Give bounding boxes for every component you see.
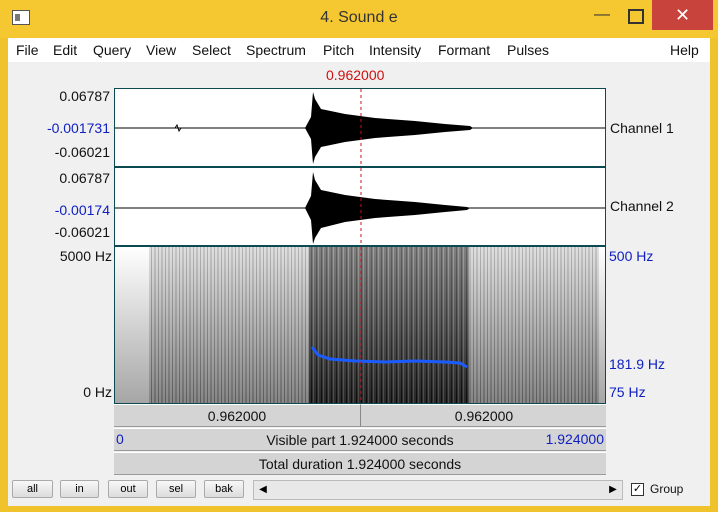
menu-file[interactable]: File: [16, 42, 39, 58]
scroll-right-icon[interactable]: ▶: [604, 481, 622, 499]
time-bar-left-label: 0.962000: [207, 408, 267, 424]
group-checkbox[interactable]: ✓: [631, 483, 644, 496]
menu-help[interactable]: Help: [670, 42, 699, 58]
ch2-envelope: [305, 172, 470, 244]
ch2-max-label: 0.06787: [59, 170, 110, 186]
title-bar: 4. Sound e — ✕: [0, 0, 718, 38]
menu-pulses[interactable]: Pulses: [507, 42, 549, 58]
channel2-waveform-plot: [115, 168, 605, 245]
group-label: Group: [650, 482, 684, 496]
ch1-mean-label: -0.001731: [46, 120, 110, 136]
spectrogram-panel[interactable]: [114, 246, 606, 404]
sound-editor: File Edit Query View Select Spectrum Pit…: [8, 38, 710, 506]
spectrogram-freq-top: 5000 Hz: [59, 248, 112, 264]
time-bar-right[interactable]: 0.962000: [360, 404, 606, 427]
maximize-button[interactable]: [618, 0, 650, 30]
time-scrollbar[interactable]: ◀ ▶: [253, 480, 623, 500]
pitch-value-label: 181.9 Hz: [609, 356, 666, 372]
ch2-mean-label: -0.00174: [54, 202, 110, 218]
close-button[interactable]: ✕: [652, 0, 713, 30]
channel2-label: Channel 2: [610, 198, 674, 214]
menu-bar: File Edit Query View Select Spectrum Pit…: [8, 38, 710, 62]
spectrogram-freq-bottom: 0 Hz: [83, 384, 112, 400]
zoom-sel-button[interactable]: sel: [156, 480, 196, 498]
zoom-in-button[interactable]: in: [60, 480, 99, 498]
pitch-bottom-label: 75 Hz: [609, 384, 646, 400]
menu-view[interactable]: View: [146, 42, 176, 58]
time-bar-left[interactable]: 0.962000: [114, 404, 360, 427]
menu-intensity[interactable]: Intensity: [369, 42, 421, 58]
channel1-waveform[interactable]: [114, 88, 606, 167]
menu-query[interactable]: Query: [93, 42, 131, 58]
total-duration-bar[interactable]: Total duration 1.924000 seconds: [114, 452, 606, 475]
menu-formant[interactable]: Formant: [438, 42, 490, 58]
ch1-max-label: 0.06787: [59, 88, 110, 104]
spectrogram-plot: [115, 247, 605, 403]
channel2-waveform[interactable]: [114, 167, 606, 246]
menu-pitch[interactable]: Pitch: [323, 42, 354, 58]
zoom-out-button[interactable]: out: [108, 480, 148, 498]
editor-area: 0.962000 0.06787 -0.001731 -0.06021 Chan…: [8, 62, 710, 479]
visible-start-label: 0: [116, 431, 124, 447]
time-bar-right-label: 0.962000: [454, 408, 514, 424]
ch1-min-label: -0.06021: [54, 144, 110, 160]
menu-edit[interactable]: Edit: [53, 42, 77, 58]
minimize-button[interactable]: —: [586, 0, 618, 30]
scroll-left-icon[interactable]: ◀: [254, 481, 272, 499]
total-duration-label: Total duration 1.924000 seconds: [258, 456, 462, 472]
zoom-all-button[interactable]: all: [12, 480, 53, 498]
channel1-label: Channel 1: [610, 120, 674, 136]
menu-select[interactable]: Select: [192, 42, 231, 58]
menu-spectrum[interactable]: Spectrum: [246, 42, 306, 58]
spectrogram-shading: [115, 247, 605, 403]
zoom-back-button[interactable]: bak: [204, 480, 244, 498]
cursor-time-label: 0.962000: [326, 67, 385, 83]
visible-end-label: 1.924000: [545, 431, 604, 447]
ch2-min-label: -0.06021: [54, 224, 110, 240]
channel1-waveform-plot: [115, 89, 605, 166]
ch1-envelope: [305, 92, 473, 164]
bottom-toolbar: all in out sel bak ◀ ▶ ✓ Group: [8, 479, 710, 506]
pitch-top-label: 500 Hz: [609, 248, 654, 264]
